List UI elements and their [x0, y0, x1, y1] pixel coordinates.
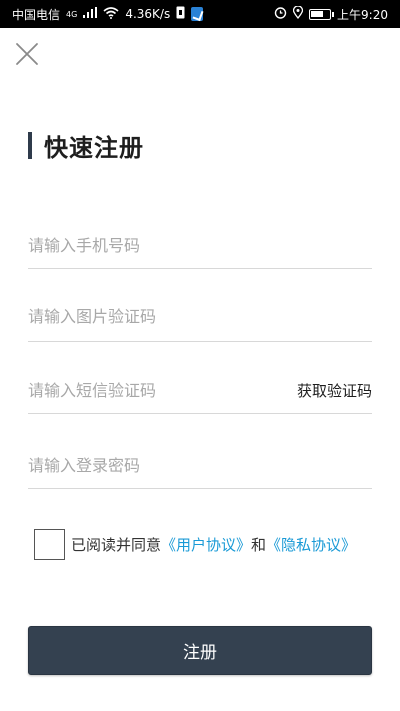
sms-code-input[interactable]	[28, 375, 268, 406]
alarm-icon	[274, 6, 287, 22]
signal-icon	[83, 7, 98, 21]
user-agreement-link[interactable]: 《用户协议》	[161, 536, 251, 554]
register-button[interactable]: 注册	[28, 626, 372, 675]
battery-icon	[309, 8, 335, 20]
page-title: 快速注册	[44, 134, 144, 162]
password-field	[28, 443, 372, 489]
sim-icon	[176, 6, 185, 22]
title-section: 快速注册	[28, 128, 144, 163]
clock-time: 上午9:20	[337, 7, 388, 22]
agreement-checkbox[interactable]	[34, 529, 65, 560]
privacy-agreement-link[interactable]: 《隐私协议》	[266, 536, 356, 554]
phone-field	[28, 223, 372, 269]
close-icon	[16, 43, 38, 65]
network-type: 4G	[66, 9, 78, 19]
close-button[interactable]	[14, 41, 40, 67]
network-speed: 4.36K/s	[125, 7, 171, 21]
carrier-label: 中国电信	[12, 7, 61, 22]
get-sms-code-button[interactable]: 获取验证码	[297, 380, 372, 401]
phone-input[interactable]	[28, 230, 268, 261]
title-accent-bar	[28, 132, 32, 159]
status-bar-right: 上午9:20	[274, 5, 388, 23]
app-notification-icon	[191, 7, 204, 21]
status-bar-left: 中国电信 4G 4.36K/s	[12, 6, 204, 23]
agreement-conjunction: 和	[251, 536, 267, 554]
status-bar: 中国电信 4G 4.36K/s 上午9:20	[0, 0, 400, 28]
password-input[interactable]	[28, 450, 268, 481]
agreement-prefix: 已阅读并同意	[71, 536, 162, 554]
location-icon	[292, 5, 304, 22]
agreement-row: 已阅读并同意《用户协议》和《隐私协议》	[34, 529, 356, 560]
sms-code-field: 获取验证码	[28, 368, 372, 414]
agreement-text: 已阅读并同意《用户协议》和《隐私协议》	[71, 534, 356, 555]
captcha-input[interactable]	[28, 301, 268, 332]
captcha-field	[28, 292, 372, 342]
wifi-icon	[103, 6, 119, 22]
